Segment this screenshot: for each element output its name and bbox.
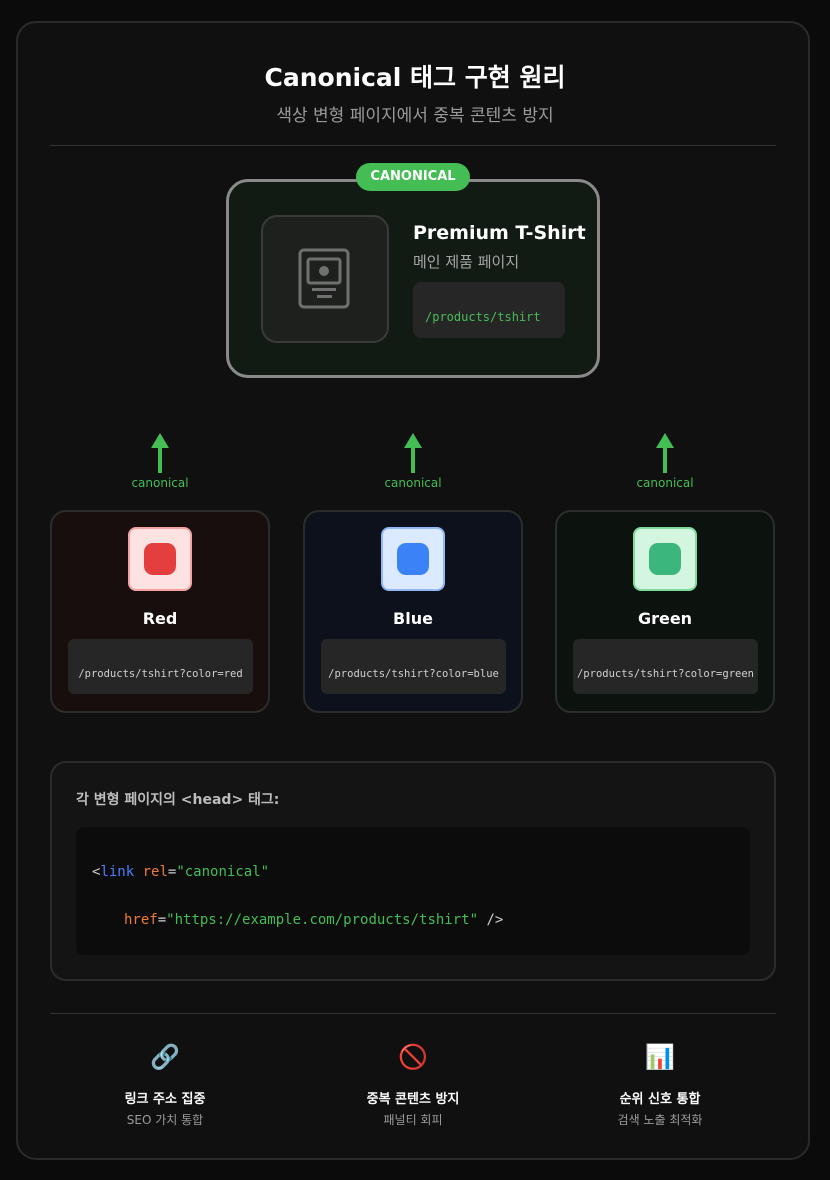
code-punct: = <box>157 912 167 928</box>
arrow-label-blue: canonical <box>384 476 442 490</box>
code-line-1: <link rel="canonical" <box>92 864 269 880</box>
product-name: Premium T-Shirt <box>413 222 586 244</box>
benefit-link-consolidation: 🔗 링크 주소 집중 SEO 가치 통합 <box>55 1040 275 1128</box>
code-string: "https://example.com/products/tshirt" <box>166 912 479 928</box>
benefit-desc: 검색 노출 최적화 <box>617 1113 703 1127</box>
color-swatch-box <box>128 527 192 591</box>
arrow-up-icon <box>404 433 422 473</box>
arrow-up-icon <box>656 433 674 473</box>
benefit-desc: 패널티 회피 <box>383 1113 443 1127</box>
code-line-2: href="https://example.com/products/tshir… <box>124 912 503 928</box>
benefit-ranking-signal: 📊 순위 신호 통합 검색 노출 최적화 <box>550 1040 770 1128</box>
benefit-desc: SEO 가치 통합 <box>126 1113 204 1127</box>
benefit-title: 순위 신호 통합 <box>619 1092 701 1107</box>
variant-name: Red <box>142 609 178 628</box>
product-description: 메인 제품 페이지 <box>413 253 520 271</box>
variant-url: /products/tshirt?color=red <box>68 639 253 694</box>
code-string: "canonical" <box>176 864 270 880</box>
product-thumbnail <box>261 215 389 343</box>
footer-divider <box>50 1013 776 1014</box>
code-block: <link rel="canonical" href="https://exam… <box>76 827 750 955</box>
benefit-title: 링크 주소 집중 <box>124 1092 206 1107</box>
color-swatch-box <box>633 527 697 591</box>
color-swatch-green <box>649 543 681 575</box>
link-icon: 🔗 <box>150 1043 180 1071</box>
arrow-label-red: canonical <box>131 476 189 490</box>
color-swatch-box <box>381 527 445 591</box>
color-swatch-red <box>144 543 176 575</box>
code-attr: href <box>124 912 158 928</box>
code-punct: /> <box>478 912 504 928</box>
page-subtitle: 색상 변형 페이지에서 중복 콘텐츠 방지 <box>276 106 554 126</box>
canonical-badge: CANONICAL <box>356 163 470 191</box>
variant-name: Blue <box>393 609 433 628</box>
variant-url: /products/tshirt?color=green <box>573 639 758 694</box>
color-swatch-blue <box>397 543 429 575</box>
arrow-label-green: canonical <box>636 476 694 490</box>
variant-name: Green <box>637 609 693 628</box>
no-entry-icon: 🚫 <box>398 1043 428 1071</box>
canonical-url: /products/tshirt <box>413 282 565 338</box>
variant-url: /products/tshirt?color=blue <box>321 639 506 694</box>
header-divider <box>50 145 776 146</box>
arrow-up-icon <box>151 433 169 473</box>
code-attr: rel <box>142 864 168 880</box>
benefit-duplicate-prevention: 🚫 중복 콘텐츠 방지 패널티 회피 <box>303 1040 523 1128</box>
product-image-icon <box>298 248 350 309</box>
benefit-title: 중복 콘텐츠 방지 <box>366 1092 460 1107</box>
code-title: 각 변형 페이지의 <head> 태그: <box>76 792 280 808</box>
page-title: Canonical 태그 구현 원리 <box>264 63 566 92</box>
bar-chart-icon: 📊 <box>645 1043 675 1071</box>
code-tag: link <box>100 864 135 880</box>
